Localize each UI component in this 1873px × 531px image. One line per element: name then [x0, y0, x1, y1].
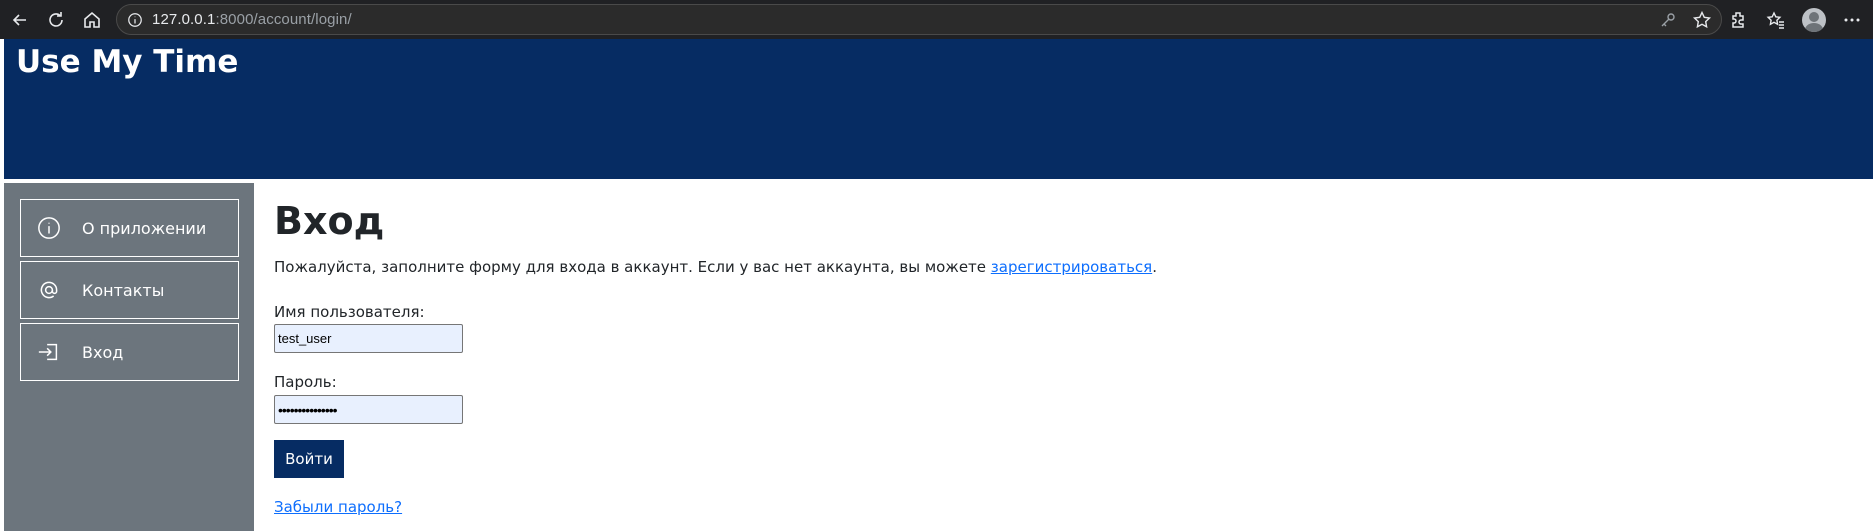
page-title: Вход — [274, 199, 385, 243]
username-label: Имя пользователя: — [274, 303, 425, 321]
sidebar-item-login[interactable]: Вход — [20, 323, 239, 381]
sidebar-item-label: Вход — [82, 342, 124, 362]
info-icon — [36, 215, 62, 241]
password-label: Пароль: — [274, 373, 337, 391]
sidebar-item-label: О приложении — [82, 218, 207, 238]
browser-toolbar: 127.0.0.1:8000/account/login/ — [0, 0, 1873, 39]
intro-text: Пожалуйста, заполните форму для входа в … — [274, 258, 1157, 276]
site-info-icon[interactable] — [126, 11, 144, 29]
url-text[interactable]: 127.0.0.1:8000/account/login/ — [152, 11, 352, 28]
sidebar-item-label: Контакты — [82, 280, 165, 300]
sidebar-item-contacts[interactable]: Контакты — [20, 261, 239, 319]
login-button[interactable]: Войти — [274, 440, 344, 478]
web-page: Use My Time О приложении Контакты Вход В… — [0, 39, 1873, 531]
site-title[interactable]: Use My Time — [16, 44, 238, 80]
forgot-password-link[interactable]: Забыли пароль? — [274, 498, 402, 516]
back-arrow-icon[interactable] — [2, 2, 38, 38]
home-icon[interactable] — [74, 2, 110, 38]
register-link[interactable]: зарегистрироваться — [991, 258, 1152, 276]
at-icon — [36, 277, 62, 303]
site-header: Use My Time — [4, 39, 1873, 179]
favorites-icon[interactable] — [1759, 2, 1793, 38]
sidebar-item-about[interactable]: О приложении — [20, 199, 239, 257]
login-form-area: Вход Пожалуйста, заполните форму для вхо… — [274, 199, 1854, 516]
sidebar: О приложении Контакты Вход — [4, 183, 254, 531]
username-field[interactable]: test_user — [274, 324, 463, 353]
favorite-star-icon[interactable] — [1689, 8, 1715, 32]
reload-icon[interactable] — [38, 2, 74, 38]
password-field[interactable]: ••••••••••••••• — [274, 395, 463, 424]
more-menu-icon[interactable] — [1835, 2, 1869, 38]
address-bar[interactable]: 127.0.0.1:8000/account/login/ — [116, 4, 1722, 35]
login-icon — [36, 339, 62, 365]
profile-avatar[interactable] — [1797, 2, 1831, 38]
extensions-icon[interactable] — [1721, 2, 1755, 38]
key-icon[interactable] — [1655, 8, 1681, 32]
avatar — [1802, 7, 1826, 32]
